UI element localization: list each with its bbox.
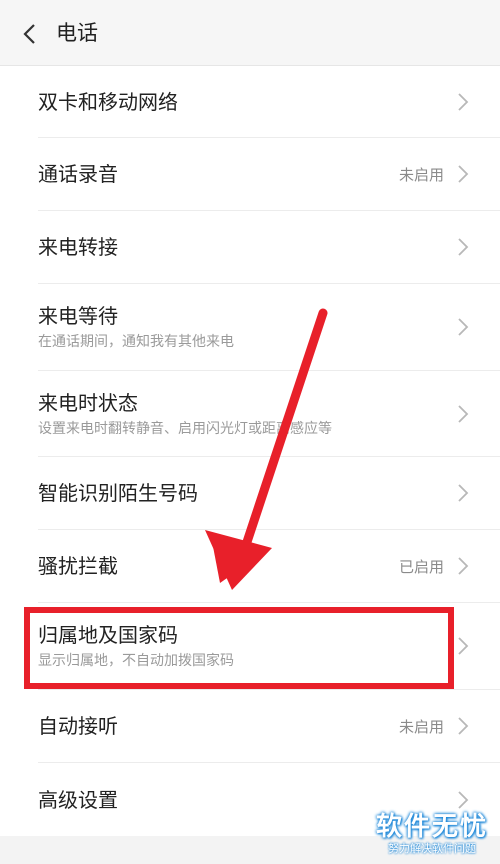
chevron-right-icon xyxy=(458,637,469,655)
item-label: 自动接听 xyxy=(38,714,118,738)
chevron-right-icon xyxy=(458,238,469,256)
watermark: 软件无忧 努力解决软件问题 xyxy=(376,812,488,856)
chevron-right-icon xyxy=(458,484,469,502)
watermark-subtitle: 努力解决软件问题 xyxy=(387,842,476,855)
item-label: 来电时状态 xyxy=(38,390,138,415)
status-text: 已启用 xyxy=(398,557,444,576)
list-item-call-waiting[interactable]: 来电等待 在通话期间，通知我有其他来电 xyxy=(0,284,500,371)
item-label: 来电等待 xyxy=(38,304,118,328)
chevron-right-icon xyxy=(458,790,469,809)
list-item-dual-sim[interactable]: 双卡和移动网络 xyxy=(0,66,500,138)
chevron-right-icon xyxy=(458,165,469,183)
list-item-location-country-code[interactable]: 归属地及国家码 显示归属地，不自动加拨国家码 xyxy=(0,603,500,690)
list-item-harassment-block[interactable]: 骚扰拦截 已启用 xyxy=(0,530,500,603)
chevron-right-icon xyxy=(458,557,469,575)
watermark-title: 软件无忧 xyxy=(375,812,488,842)
item-label: 来电转接 xyxy=(38,235,118,259)
top-bar: 电话 xyxy=(0,0,500,66)
chevron-right-icon xyxy=(458,92,469,111)
back-button[interactable] xyxy=(14,18,46,50)
item-subtitle: 在通话期间，通知我有其他来电 xyxy=(38,334,234,350)
page-title: 电话 xyxy=(56,21,98,45)
item-label: 归属地及国家码 xyxy=(38,623,178,647)
list-item-smart-caller-id[interactable]: 智能识别陌生号码 xyxy=(0,457,500,530)
item-label: 通话录音 xyxy=(38,162,118,186)
chevron-right-icon xyxy=(458,404,469,423)
item-label: 智能识别陌生号码 xyxy=(38,481,198,505)
status-text: 未启用 xyxy=(398,165,444,184)
list-item-call-recording[interactable]: 通话录音 未启用 xyxy=(0,138,500,211)
chevron-right-icon xyxy=(458,717,469,735)
item-subtitle: 显示归属地，不自动加拨国家码 xyxy=(38,653,234,669)
item-label: 双卡和移动网络 xyxy=(38,89,178,114)
item-label: 骚扰拦截 xyxy=(38,554,118,578)
item-subtitle: 设置来电时翻转静音、启用闪光灯或距离感应等 xyxy=(38,420,332,437)
list-item-incoming-call-state[interactable]: 来电时状态 设置来电时翻转静音、启用闪光灯或距离感应等 xyxy=(0,371,500,457)
status-text: 未启用 xyxy=(398,717,444,736)
item-label: 高级设置 xyxy=(38,787,118,812)
settings-list: 双卡和移动网络 通话录音 未启用 来电转接 来电等待 在通话期间，通知我有其他来… xyxy=(0,66,500,836)
list-item-call-forwarding[interactable]: 来电转接 xyxy=(0,211,500,284)
list-item-auto-answer[interactable]: 自动接听 未启用 xyxy=(0,690,500,763)
chevron-right-icon xyxy=(458,318,469,336)
chevron-left-icon xyxy=(23,24,35,44)
